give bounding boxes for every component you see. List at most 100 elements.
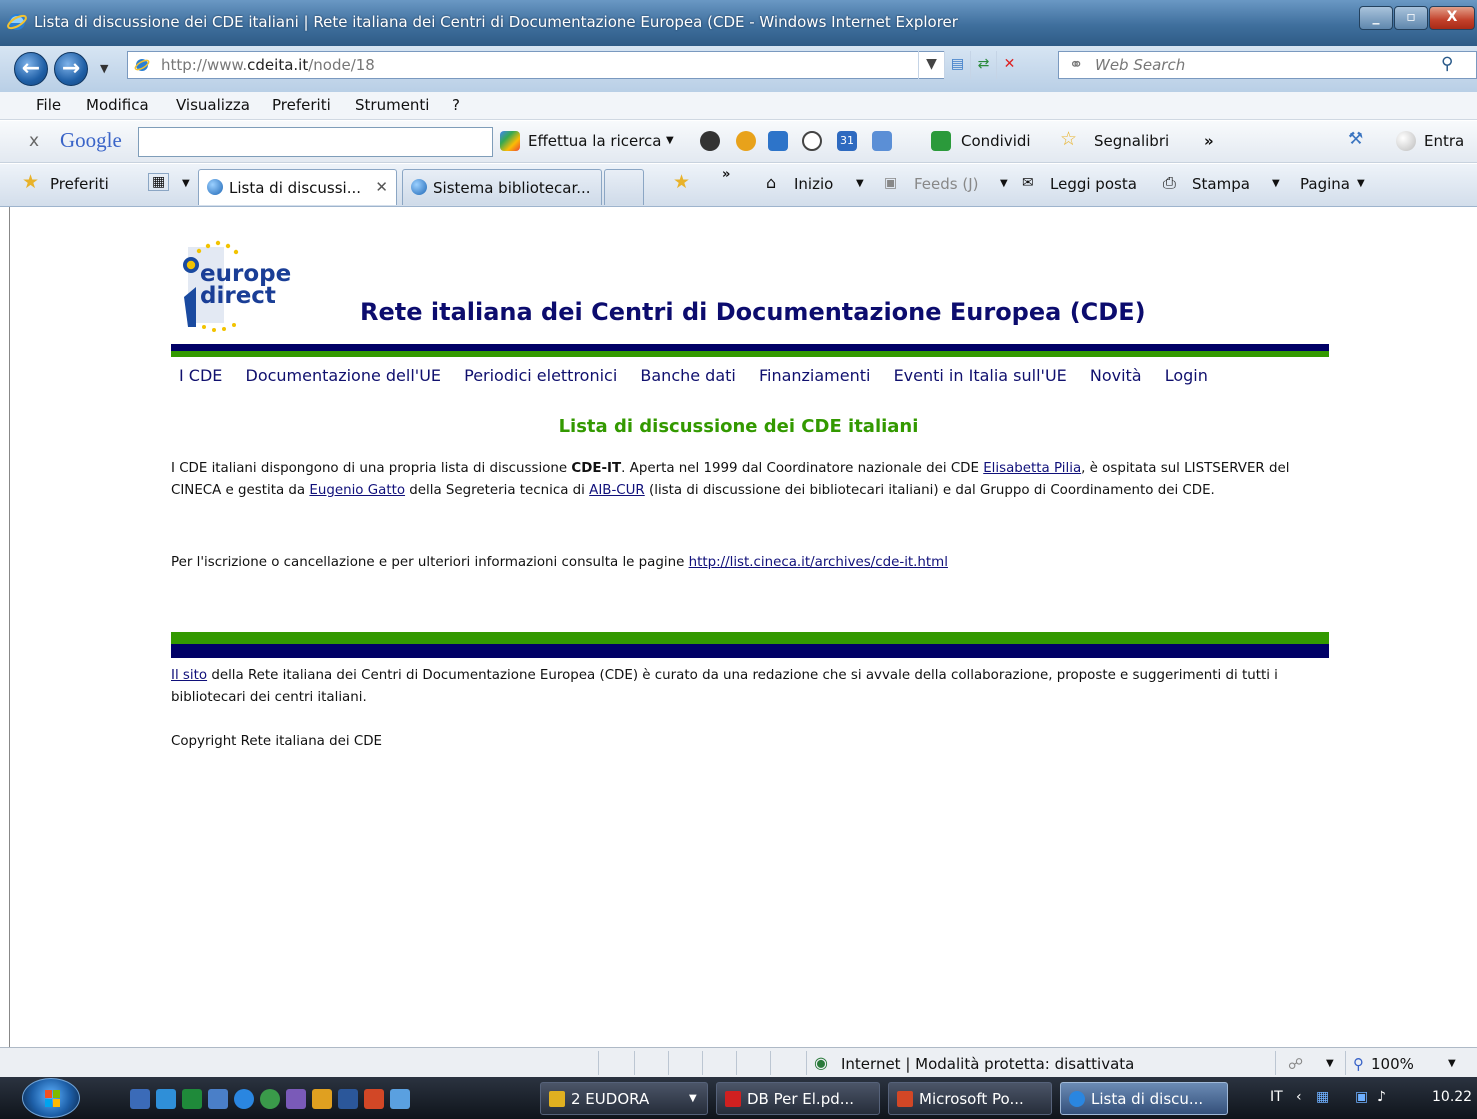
stop-icon[interactable]: ✕ xyxy=(996,51,1022,79)
header-divider-navy xyxy=(171,344,1329,351)
quick-tabs-icon[interactable]: ▦ xyxy=(148,173,170,191)
menu-help[interactable]: ? xyxy=(452,96,460,114)
nav-banche-dati[interactable]: Banche dati xyxy=(640,366,735,385)
tab-sistema-bibliotecario[interactable]: Sistema bibliotecar... xyxy=(402,169,602,205)
quicklaunch-excel-icon[interactable] xyxy=(182,1089,202,1109)
group-dropdown-icon[interactable]: ▼ xyxy=(689,1093,697,1104)
start-button[interactable] xyxy=(22,1078,80,1118)
close-window-button[interactable]: X xyxy=(1429,6,1475,30)
input-language[interactable]: IT xyxy=(1270,1089,1283,1105)
toolbar-more-button[interactable]: » xyxy=(1204,132,1214,150)
quicklaunch-computer-icon[interactable] xyxy=(208,1089,228,1109)
address-bar[interactable]: http://www.cdeita.it/node/18 xyxy=(127,51,945,79)
quicklaunch-word-icon[interactable] xyxy=(338,1089,358,1109)
security-dropdown-icon[interactable]: ▼ xyxy=(1326,1058,1334,1069)
compass-icon[interactable] xyxy=(802,131,822,151)
quicklaunch-powerpoint-icon[interactable] xyxy=(364,1089,384,1109)
feeds-button[interactable]: Feeds (J) xyxy=(914,175,979,193)
address-tools: ▼ ▤ ⇄ ✕ xyxy=(918,51,1022,79)
menu-bar: File Modifica Visualizza Preferiti Strum… xyxy=(0,92,1477,120)
network-icon[interactable]: ▣ xyxy=(1355,1089,1368,1105)
link-il-sito[interactable]: Il sito xyxy=(171,668,207,683)
signin-button[interactable]: Entra xyxy=(1424,132,1464,150)
nav-periodici[interactable]: Periodici elettronici xyxy=(464,366,617,385)
translate-icon[interactable] xyxy=(736,131,756,151)
photo-icon[interactable] xyxy=(768,131,788,151)
share-button[interactable]: Condividi xyxy=(961,132,1031,150)
nav-i-cde[interactable]: I CDE xyxy=(179,366,222,385)
recent-pages-dropdown-icon[interactable]: ▼ xyxy=(100,62,108,75)
nav-login[interactable]: Login xyxy=(1165,366,1208,385)
minimize-button[interactable]: _ xyxy=(1359,6,1393,30)
back-button[interactable]: ← xyxy=(14,52,48,86)
add-button-icon[interactable] xyxy=(872,131,892,151)
clock[interactable]: 10.22 xyxy=(1432,1089,1472,1105)
refresh-icon[interactable]: ⇄ xyxy=(970,51,996,79)
quicklaunch-app-icon[interactable] xyxy=(286,1089,306,1109)
menu-preferiti[interactable]: Preferiti xyxy=(272,96,331,114)
quicklaunch-network-icon[interactable] xyxy=(390,1089,410,1109)
status-bar: ◉ Internet | Modalità protetta: disattiv… xyxy=(0,1047,1477,1077)
quicklaunch-browser-icon[interactable] xyxy=(260,1089,280,1109)
forward-button[interactable]: → xyxy=(54,52,88,86)
security-lock-icon[interactable]: ☍ xyxy=(1288,1055,1303,1073)
quicklaunch-desktop-icon[interactable] xyxy=(130,1089,150,1109)
calendar-icon[interactable]: 31 xyxy=(837,131,857,151)
google-toolbar: x Google Effettua la ricerca ▼ 31 Condiv… xyxy=(0,121,1477,163)
task-lista-di-discussione[interactable]: Lista di discu... xyxy=(1060,1082,1228,1115)
link-eugenio-gatto[interactable]: Eugenio Gatto xyxy=(309,483,405,498)
nav-eventi[interactable]: Eventi in Italia sull'UE xyxy=(894,366,1067,385)
link-elisabetta-pilia[interactable]: Elisabetta Pilia xyxy=(983,461,1081,476)
menu-modifica[interactable]: Modifica xyxy=(86,96,149,114)
header-divider-green xyxy=(171,351,1329,357)
task-eudora[interactable]: 2 EUDORA ▼ xyxy=(540,1082,708,1115)
google-search-input[interactable] xyxy=(138,127,493,157)
quicklaunch-ie-icon[interactable] xyxy=(234,1089,254,1109)
home-dropdown-icon[interactable]: ▼ xyxy=(856,178,864,189)
main-navigation: I CDE Documentazione dell'UE Periodici e… xyxy=(179,366,1226,385)
wrench-settings-icon[interactable]: ⚒ xyxy=(1348,129,1363,149)
read-mail-button[interactable]: Leggi posta xyxy=(1050,175,1137,193)
new-tab-button[interactable] xyxy=(604,169,644,205)
address-dropdown-icon[interactable]: ▼ xyxy=(918,51,944,79)
nav-documentazione[interactable]: Documentazione dell'UE xyxy=(246,366,442,385)
maximize-button[interactable]: ▫ xyxy=(1394,6,1428,30)
zoom-dropdown-icon[interactable]: ▼ xyxy=(1448,1058,1456,1069)
close-toolbar-icon[interactable]: x xyxy=(29,131,39,151)
security-zone-text[interactable]: Internet | Modalità protetta: disattivat… xyxy=(841,1055,1134,1073)
print-dropdown-icon[interactable]: ▼ xyxy=(1272,178,1280,189)
search-icon[interactable]: ⚲ xyxy=(1441,54,1453,74)
link-cineca-archives[interactable]: http://list.cineca.it/archives/cde-it.ht… xyxy=(689,555,948,570)
quicklaunch-switch-icon[interactable] xyxy=(156,1089,176,1109)
tray-expand-icon[interactable]: ‹ xyxy=(1296,1089,1302,1105)
task-db-per-el-pdf[interactable]: DB Per El.pd... xyxy=(716,1082,880,1115)
add-favorites-icon[interactable]: ★ xyxy=(673,171,690,193)
menu-visualizza[interactable]: Visualizza xyxy=(176,96,250,114)
link-aib-cur[interactable]: AIB-CUR xyxy=(589,483,645,498)
quicklaunch-mail-icon[interactable] xyxy=(312,1089,332,1109)
print-button[interactable]: Stampa xyxy=(1192,175,1250,193)
menu-file[interactable]: File xyxy=(36,96,61,114)
home-button[interactable]: Inizio xyxy=(794,175,833,193)
tab-list-dropdown-icon[interactable]: ▼ xyxy=(182,178,190,189)
tab-lista-di-discussione[interactable]: Lista di discussi... ✕ xyxy=(198,169,397,205)
pagerank-icon[interactable] xyxy=(700,131,720,151)
web-search-box[interactable]: ⚭ Web Search ⚲ xyxy=(1058,51,1477,79)
menu-strumenti[interactable]: Strumenti xyxy=(355,96,429,114)
close-tab-icon[interactable]: ✕ xyxy=(375,178,388,196)
feeds-dropdown-icon[interactable]: ▼ xyxy=(1000,178,1008,189)
bookmarks-button[interactable]: Segnalibri xyxy=(1094,132,1169,150)
page-dropdown-icon[interactable]: ▼ xyxy=(1357,178,1365,189)
nav-novita[interactable]: Novità xyxy=(1090,366,1142,385)
volume-icon[interactable]: ♪ xyxy=(1377,1089,1386,1105)
compatibility-icon[interactable]: ▤ xyxy=(944,51,970,79)
search-dropdown-icon[interactable]: ▼ xyxy=(666,135,674,146)
favorites-button[interactable]: Preferiti xyxy=(50,175,109,193)
google-search-button[interactable]: Effettua la ricerca xyxy=(528,132,661,150)
task-microsoft-powerpoint[interactable]: Microsoft Po... xyxy=(888,1082,1052,1115)
tray-app-icon[interactable]: ▦ xyxy=(1316,1089,1329,1105)
command-bar-more[interactable]: » xyxy=(722,167,730,182)
nav-finanziamenti[interactable]: Finanziamenti xyxy=(759,366,871,385)
zoom-level[interactable]: 100% xyxy=(1371,1055,1414,1073)
page-menu-button[interactable]: Pagina xyxy=(1300,175,1350,193)
